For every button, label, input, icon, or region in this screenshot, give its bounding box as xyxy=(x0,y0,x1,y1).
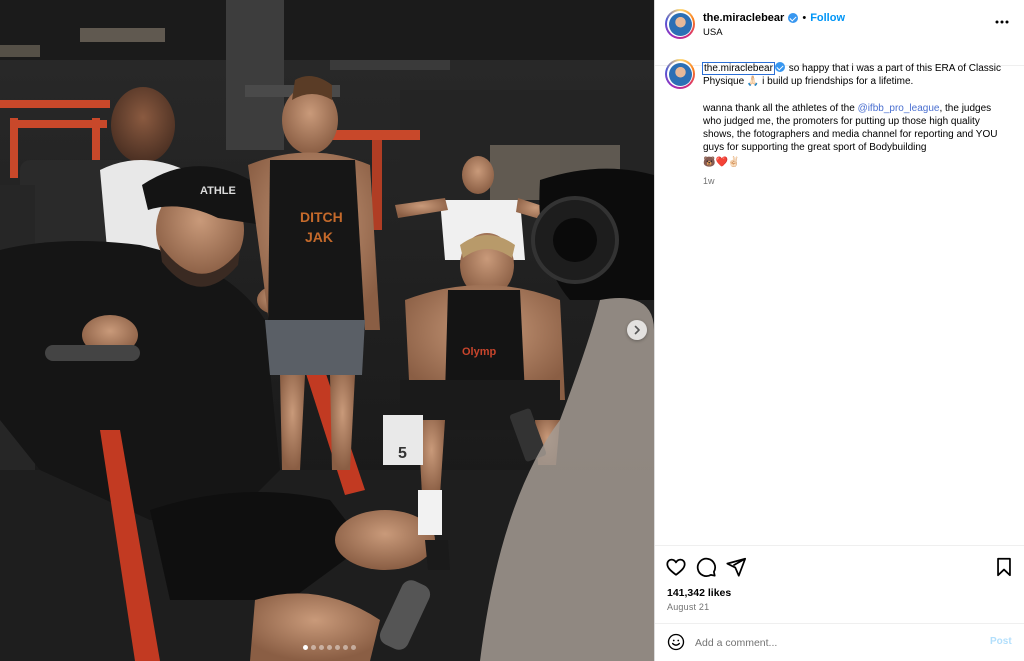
gym-photo-image: ATHLE DITCH JAK Olymp 5 xyxy=(0,0,654,661)
svg-text:ATHLE: ATHLE xyxy=(200,185,236,197)
verified-badge-icon xyxy=(774,62,785,72)
caption-username-link[interactable]: the.miraclebear xyxy=(702,62,775,75)
chevron-right-icon xyxy=(634,325,640,335)
heart-icon[interactable] xyxy=(665,556,687,578)
separator-dot: • xyxy=(802,12,807,24)
post-side-panel: the.miraclebear • Follow USA the.miracle… xyxy=(654,0,1024,661)
post-photo[interactable]: ATHLE DITCH JAK Olymp 5 xyxy=(0,0,654,661)
paper-plane-icon[interactable] xyxy=(725,556,747,578)
avatar[interactable] xyxy=(665,9,695,39)
svg-text:JAK: JAK xyxy=(305,229,333,245)
carousel-dot xyxy=(335,645,340,650)
carousel-dot xyxy=(351,645,356,650)
emoji-smile-icon[interactable] xyxy=(667,633,685,651)
post-comment-button[interactable]: Post xyxy=(990,636,1012,647)
caption-emojis: 🐻❤️✌🏻 xyxy=(703,156,741,168)
carousel-dot xyxy=(311,645,316,650)
carousel-indicator xyxy=(303,645,356,650)
caption-paragraph-2: wanna thank all the athletes of the @ifb… xyxy=(703,102,1003,155)
follow-button[interactable]: Follow xyxy=(810,12,845,24)
svg-text:DITCH: DITCH xyxy=(300,209,343,225)
time-ago[interactable]: 1w xyxy=(703,175,1003,188)
caption-paragraph-1: the.miraclebear so happy that i was a pa… xyxy=(702,62,1003,89)
bookmark-icon[interactable] xyxy=(993,556,1015,578)
carousel-dot xyxy=(303,645,308,650)
carousel-dot xyxy=(319,645,324,650)
location-link[interactable]: USA xyxy=(703,27,723,38)
carousel-dot xyxy=(327,645,332,650)
username-link[interactable]: the.miraclebear xyxy=(703,12,784,24)
caption-avatar[interactable] xyxy=(665,59,695,89)
post-caption: the.miraclebear so happy that i was a pa… xyxy=(702,62,1003,188)
mention-link[interactable]: @ifbb_pro_league xyxy=(858,103,940,114)
post-header: the.miraclebear • Follow USA xyxy=(655,0,1024,66)
comment-icon[interactable] xyxy=(695,556,717,578)
avatar-image xyxy=(668,12,692,36)
header-user-line: the.miraclebear • Follow xyxy=(703,12,845,24)
post-actions: 141,342 likes August 21 xyxy=(655,545,1024,625)
svg-text:5: 5 xyxy=(398,445,407,462)
carousel-next-button[interactable] xyxy=(627,320,647,340)
caption-text-2a: wanna thank all the athletes of the xyxy=(703,102,858,114)
verified-badge-icon xyxy=(788,13,799,23)
comment-input[interactable] xyxy=(695,633,975,653)
carousel-dot xyxy=(343,645,348,650)
avatar-image xyxy=(668,62,692,86)
svg-text:Olymp: Olymp xyxy=(462,346,497,358)
likes-count[interactable]: 141,342 likes xyxy=(667,587,731,599)
post-date: August 21 xyxy=(667,602,710,612)
more-options-icon[interactable] xyxy=(994,14,1010,30)
comment-bar: Post xyxy=(655,623,1024,661)
